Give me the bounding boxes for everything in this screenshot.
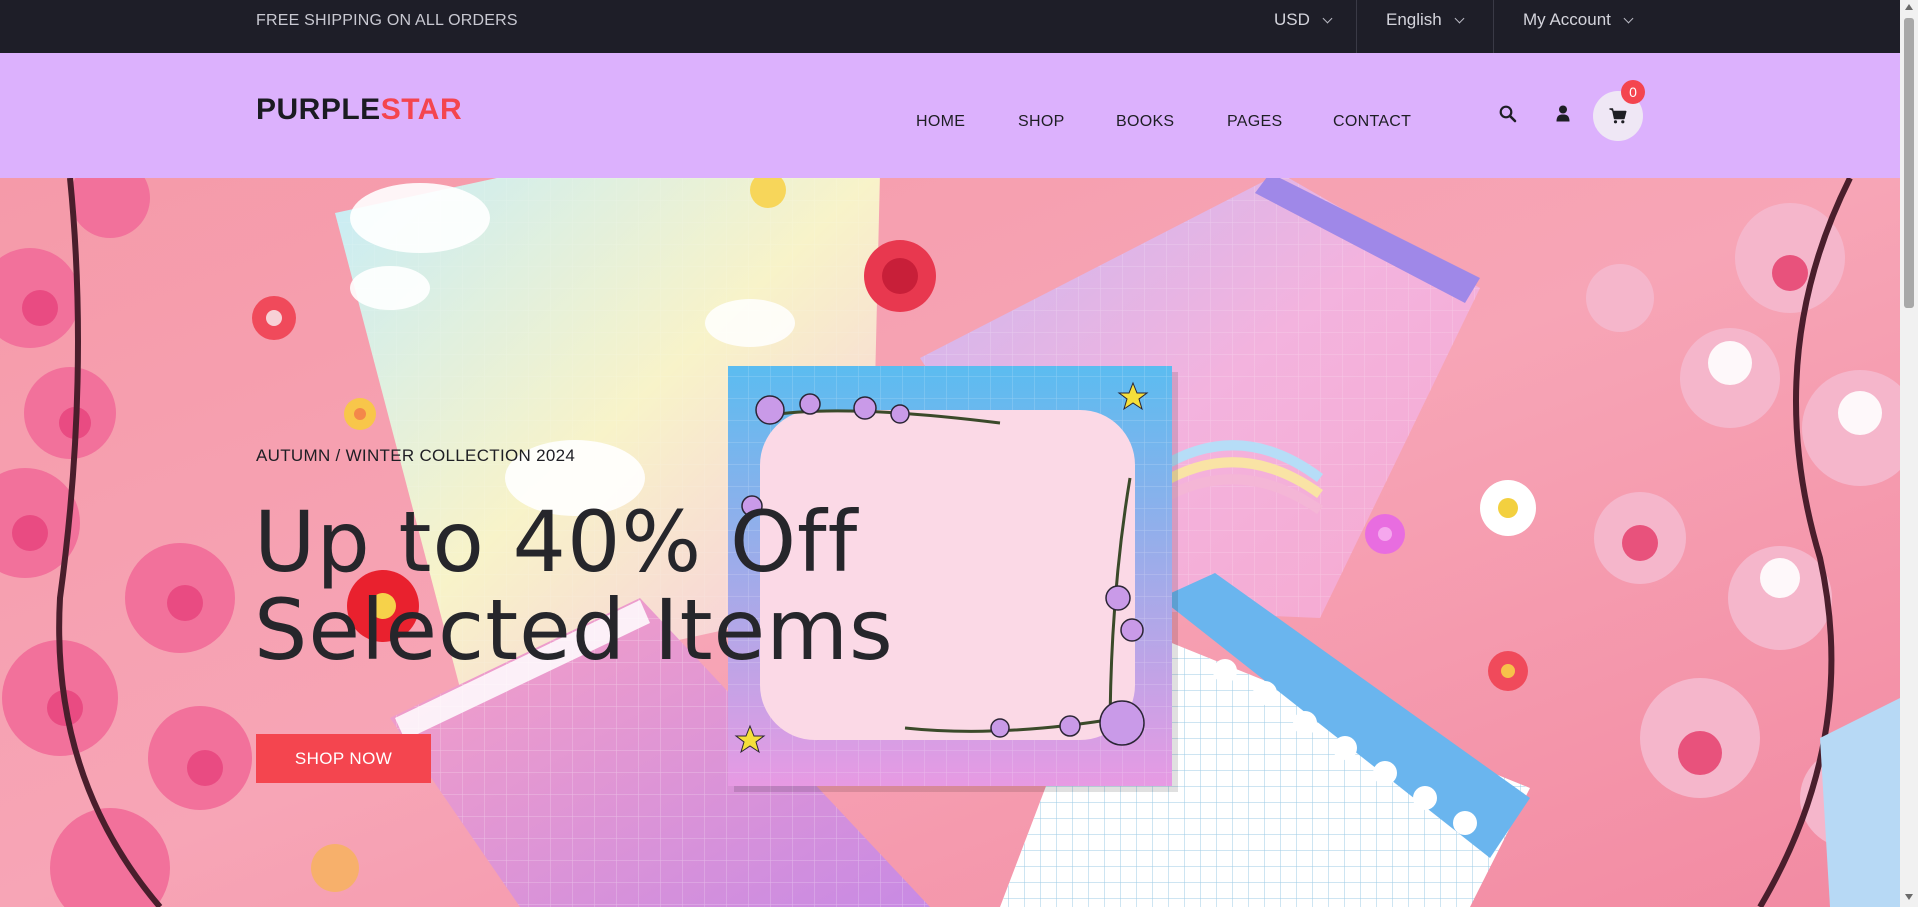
logo-text-purple: PURPLE	[256, 93, 381, 126]
chevron-down-icon	[1322, 13, 1333, 23]
language-label: English	[1386, 10, 1442, 29]
user-icon[interactable]	[1556, 105, 1570, 127]
nav-pages[interactable]: PAGES	[1227, 113, 1282, 131]
nav-shop[interactable]: SHOP	[1018, 113, 1065, 131]
divider	[1493, 0, 1494, 53]
divider	[1356, 0, 1357, 53]
cart-count-badge: 0	[1621, 80, 1645, 104]
scrollbar-thumb[interactable]	[1904, 18, 1914, 308]
shop-now-button[interactable]: SHOP NOW	[256, 734, 431, 783]
currency-label: USD	[1274, 10, 1310, 29]
hero-headline-line2: Selected Items	[254, 581, 894, 679]
page-scrollbar[interactable]	[1900, 0, 1918, 907]
nav-home[interactable]: HOME	[916, 113, 965, 131]
account-dropdown[interactable]: My Account	[1523, 10, 1634, 30]
scroll-up-arrow-icon[interactable]	[1905, 4, 1913, 10]
search-icon[interactable]	[1499, 105, 1517, 128]
logo-text-star: STAR	[380, 93, 463, 126]
top-bar: FREE SHIPPING ON ALL ORDERS USD English …	[0, 0, 1900, 53]
currency-dropdown[interactable]: USD	[1274, 10, 1333, 30]
hero-banner: AUTUMN / WINTER COLLECTION 2024 Up to 40…	[0, 178, 1900, 907]
language-dropdown[interactable]: English	[1386, 10, 1465, 30]
nav-contact[interactable]: CONTACT	[1333, 113, 1411, 131]
hero-headline: Up to 40% Off Selected Items	[254, 498, 894, 674]
hero-headline-line1: Up to 40% Off	[254, 493, 859, 591]
chevron-down-icon	[1454, 13, 1465, 23]
free-shipping-notice: FREE SHIPPING ON ALL ORDERS	[256, 12, 518, 29]
main-header: PURPLESTAR HOME SHOP BOOKS PAGES CONTACT…	[0, 53, 1900, 178]
cart-icon	[1609, 108, 1627, 124]
site-logo[interactable]: PURPLESTAR	[256, 93, 462, 127]
account-label: My Account	[1523, 10, 1611, 29]
chevron-down-icon	[1623, 13, 1634, 23]
hero-subtitle: AUTUMN / WINTER COLLECTION 2024	[256, 446, 576, 465]
nav-books[interactable]: BOOKS	[1116, 113, 1174, 131]
scroll-down-arrow-icon[interactable]	[1905, 894, 1913, 900]
